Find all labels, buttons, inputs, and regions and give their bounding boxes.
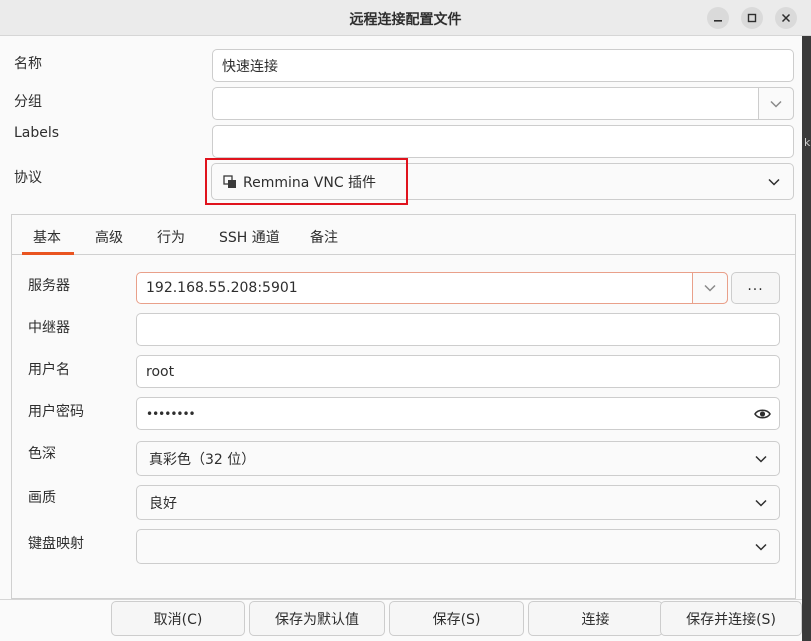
tab-advanced[interactable]: 高级 — [95, 227, 123, 247]
tab-notes[interactable]: 备注 — [310, 227, 338, 247]
chevron-down-icon — [704, 284, 716, 292]
password-field[interactable]: •••••••• — [136, 397, 780, 430]
chevron-down-icon — [755, 499, 767, 507]
minimize-button[interactable] — [707, 7, 729, 29]
repeater-field[interactable] — [136, 313, 780, 346]
group-label: 分组 — [14, 94, 42, 110]
username-value: root — [146, 363, 175, 380]
highlight-annotation-box — [205, 158, 408, 205]
color-depth-value: 真彩色（32 位） — [149, 451, 256, 468]
server-dropdown-button[interactable] — [692, 272, 728, 304]
labels-field[interactable] — [212, 125, 794, 158]
name-field[interactable]: 快速连接 — [212, 49, 794, 82]
chevron-down-icon — [755, 543, 767, 551]
tab-ssh-tunnel[interactable]: SSH 通道 — [219, 227, 280, 247]
chevron-down-icon — [770, 100, 782, 108]
username-field[interactable]: root — [136, 355, 780, 388]
keymap-combo[interactable] — [136, 529, 780, 564]
background-window-edge: k — [802, 36, 811, 641]
server-browse-button[interactable]: ... — [731, 272, 780, 304]
footer-separator — [0, 599, 802, 600]
server-combo[interactable]: 192.168.55.208:5901 — [136, 272, 728, 304]
password-value: •••••••• — [146, 406, 196, 421]
color-depth-label: 色深 — [28, 446, 56, 462]
close-button[interactable] — [775, 7, 797, 29]
tab-behavior[interactable]: 行为 — [157, 227, 185, 247]
save-as-default-button[interactable]: 保存为默认值 — [249, 601, 385, 636]
window-title: 远程连接配置文件 — [349, 12, 462, 28]
chevron-down-icon — [755, 455, 767, 463]
keymap-label: 键盘映射 — [28, 536, 84, 552]
quality-value: 良好 — [149, 495, 177, 512]
eye-icon[interactable] — [754, 407, 771, 421]
server-value: 192.168.55.208:5901 — [146, 280, 298, 296]
background-edge-text: k — [804, 136, 811, 149]
server-label: 服务器 — [28, 278, 70, 294]
quality-combo[interactable]: 良好 — [136, 485, 780, 520]
maximize-button[interactable] — [741, 7, 763, 29]
tab-bar: 基本 高级 行为 SSH 通道 备注 — [12, 215, 795, 255]
connect-button[interactable]: 连接 — [528, 601, 663, 636]
name-value: 快速连接 — [222, 58, 278, 75]
group-dropdown-button[interactable] — [758, 87, 794, 120]
cancel-button[interactable]: 取消(C) — [111, 601, 245, 636]
save-button[interactable]: 保存(S) — [389, 601, 524, 636]
minimize-icon — [714, 20, 722, 22]
repeater-label: 中继器 — [28, 320, 70, 336]
color-depth-combo[interactable]: 真彩色（32 位） — [136, 441, 780, 476]
username-label: 用户名 — [28, 362, 70, 378]
active-tab-indicator — [22, 252, 74, 255]
chevron-down-icon — [768, 178, 780, 186]
close-icon — [781, 13, 791, 23]
password-label: 用户密码 — [28, 404, 84, 420]
more-icon: ... — [747, 278, 764, 294]
save-and-connect-button[interactable]: 保存并连接(S) — [660, 601, 802, 636]
tab-basic[interactable]: 基本 — [33, 227, 61, 247]
maximize-icon — [747, 13, 757, 23]
protocol-label: 协议 — [14, 170, 42, 186]
labels-label: Labels — [14, 125, 60, 141]
title-bar: 远程连接配置文件 — [0, 0, 811, 36]
group-combo[interactable] — [212, 87, 794, 120]
quality-label: 画质 — [28, 490, 56, 506]
name-label: 名称 — [14, 56, 42, 72]
